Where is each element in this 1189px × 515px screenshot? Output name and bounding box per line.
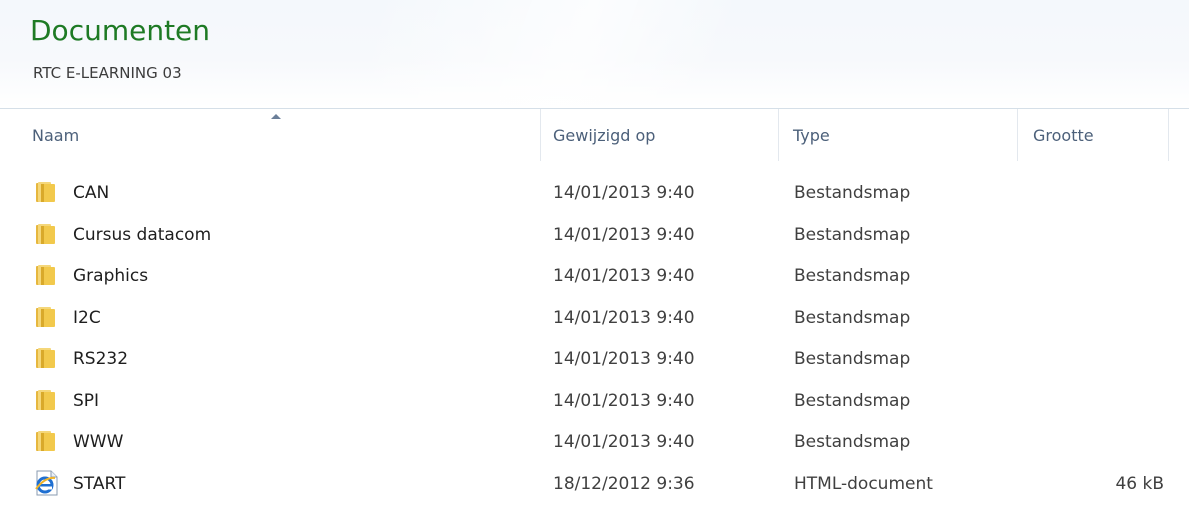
file-type: Bestandsmap <box>794 432 911 452</box>
file-modified: 14/01/2013 9:40 <box>553 432 695 452</box>
file-list: CAN 14/01/2013 9:40 Bestandsmap Cursus d… <box>0 172 1189 504</box>
file-row[interactable]: I2C 14/01/2013 9:40 Bestandsmap <box>0 297 1189 339</box>
library-subtitle: RTC E-LEARNING 03 <box>33 64 182 82</box>
folder-icon <box>33 344 61 372</box>
file-row[interactable]: WWW 14/01/2013 9:40 Bestandsmap <box>0 421 1189 463</box>
file-type: Bestandsmap <box>794 390 911 411</box>
file-type: HTML-document <box>794 473 933 494</box>
file-row[interactable]: SPI 14/01/2013 9:40 Bestandsmap <box>0 380 1189 422</box>
file-name: START <box>73 473 126 494</box>
file-name: I2C <box>73 307 101 328</box>
column-header-name-label: Naam <box>32 126 80 145</box>
library-title: Documenten <box>30 14 211 47</box>
file-modified: 14/01/2013 9:40 <box>553 183 695 203</box>
folder-icon <box>33 386 61 414</box>
column-header-name[interactable]: Naam <box>0 109 541 161</box>
file-name: SPI <box>73 390 100 411</box>
file-name: CAN <box>73 183 110 203</box>
column-header-modified-label: Gewijzigd op <box>553 126 656 145</box>
file-modified: 14/01/2013 9:40 <box>553 224 695 245</box>
folder-icon <box>33 427 61 455</box>
file-type: Bestandsmap <box>794 224 911 245</box>
folder-icon <box>33 303 61 331</box>
file-row[interactable]: CAN 14/01/2013 9:40 Bestandsmap <box>0 172 1189 214</box>
file-name: RS232 <box>73 349 129 369</box>
file-modified: 14/01/2013 9:40 <box>553 349 695 369</box>
file-type: Bestandsmap <box>794 266 911 286</box>
file-modified: 14/01/2013 9:40 <box>553 390 695 411</box>
column-header-type-label: Type <box>793 126 830 145</box>
file-type: Bestandsmap <box>794 307 911 328</box>
sort-ascending-icon <box>271 114 281 119</box>
file-modified: 14/01/2013 9:40 <box>553 307 695 328</box>
column-header-type[interactable]: Type <box>779 109 1018 161</box>
file-row[interactable]: Graphics 14/01/2013 9:40 Bestandsmap <box>0 255 1189 297</box>
file-row[interactable]: Cursus datacom 14/01/2013 9:40 Bestandsm… <box>0 214 1189 256</box>
file-name: Cursus datacom <box>73 224 212 245</box>
folder-icon <box>33 220 61 248</box>
column-header-size[interactable]: Grootte <box>1018 109 1169 161</box>
column-header-modified[interactable]: Gewijzigd op <box>541 109 779 161</box>
folder-icon <box>33 261 61 289</box>
file-row[interactable]: START 18/12/2012 9:36 HTML-document 46 k… <box>0 463 1189 505</box>
file-size: 46 kB <box>1115 473 1164 494</box>
folder-icon <box>33 178 61 206</box>
column-header-size-label: Grootte <box>1033 126 1094 145</box>
file-modified: 18/12/2012 9:36 <box>553 473 695 494</box>
file-name: Graphics <box>73 266 149 286</box>
library-header: Documenten RTC E-LEARNING 03 <box>0 0 1189 108</box>
file-name: WWW <box>73 432 124 452</box>
file-type: Bestandsmap <box>794 349 911 369</box>
file-modified: 14/01/2013 9:40 <box>553 266 695 286</box>
file-row[interactable]: RS232 14/01/2013 9:40 Bestandsmap <box>0 338 1189 380</box>
file-type: Bestandsmap <box>794 183 911 203</box>
ie-html-icon <box>33 469 61 497</box>
column-header-bar: Naam Gewijzigd op Type Grootte <box>0 108 1189 161</box>
